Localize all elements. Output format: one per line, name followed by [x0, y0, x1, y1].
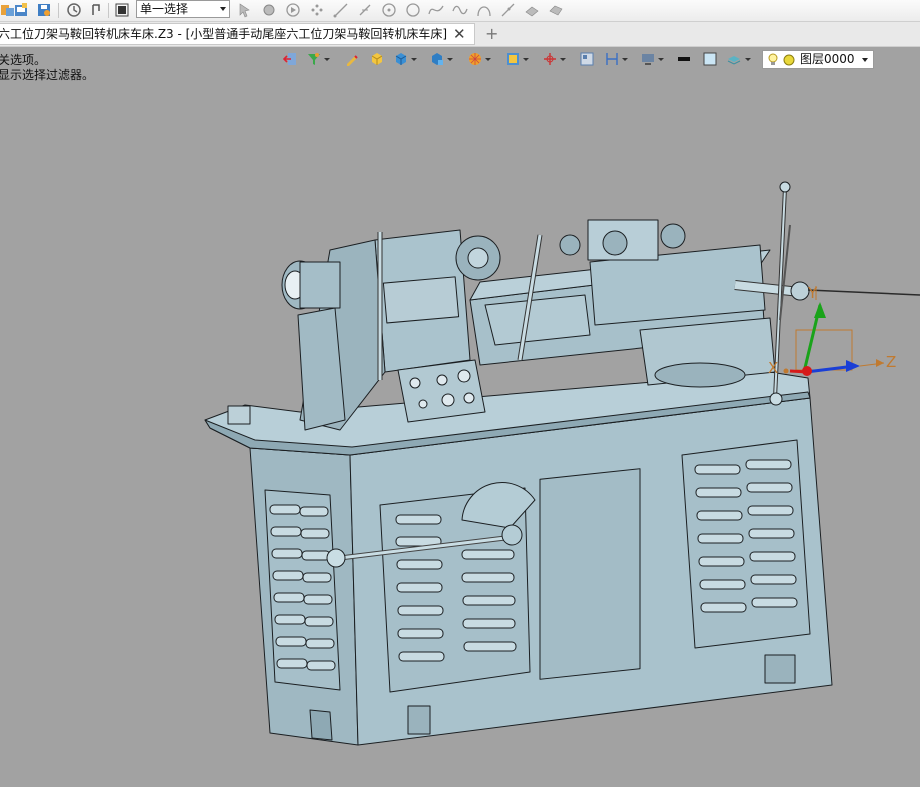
headstock-label-plate — [382, 276, 460, 324]
pick-arrow-icon[interactable] — [237, 2, 253, 18]
tab-document[interactable]: 座六工位刀架马鞍回转机床车床.Z3 - [小型普通手动尾座六工位刀架马鞍回转机床… — [0, 23, 475, 45]
add-tab-button[interactable]: + — [485, 24, 498, 43]
close-icon[interactable]: ✕ — [453, 24, 466, 44]
main-toolbar: 单一选择 — [0, 0, 920, 22]
toolbar-separator — [108, 3, 109, 18]
cabinet-slot-center — [407, 705, 431, 735]
save-file-icon[interactable] — [36, 2, 52, 18]
control-panel — [397, 359, 486, 423]
tailstock-lever — [807, 289, 920, 296]
feed-rod-knob[interactable] — [326, 548, 346, 568]
axis-z-label: Z — [886, 353, 896, 371]
shape-icon[interactable] — [548, 2, 564, 18]
circle-icon[interactable] — [405, 2, 421, 18]
axis-x-label: X — [768, 359, 778, 377]
history-icon[interactable] — [66, 2, 82, 18]
line-2-icon[interactable] — [357, 2, 373, 18]
saddle — [654, 362, 746, 388]
undo-step-icon[interactable] — [89, 2, 105, 18]
open-file-icon[interactable] — [13, 2, 29, 18]
selection-mode-dropdown[interactable]: 单一选择 — [136, 0, 230, 18]
document-tab-bar: 座六工位刀架马鞍回转机床车床.Z3 - [小型普通手动尾座六工位刀架马鞍回转机床… — [0, 22, 920, 47]
lathe-model[interactable]: Z Y X — [0, 47, 920, 787]
chip-guard — [227, 405, 251, 425]
tab-document-title: 座六工位刀架马鞍回转机床车床.Z3 - [小型普通手动尾座六工位刀架马鞍回转机床… — [0, 27, 447, 41]
toolbar-separator — [58, 3, 59, 18]
stop-icon[interactable] — [114, 2, 130, 18]
selection-mode-value: 单一选择 — [140, 2, 189, 16]
circle-point-icon[interactable] — [381, 2, 397, 18]
graphics-viewport[interactable]: 关选项。 显示选择过滤器。 图层0000 Z Y X — [0, 47, 920, 787]
coordinate-triad: Z Y X — [768, 284, 896, 377]
point-icon[interactable] — [309, 2, 325, 18]
axis-y-label: Y — [807, 284, 818, 302]
play-icon[interactable] — [285, 2, 301, 18]
spline-icon[interactable] — [428, 2, 444, 18]
polyline-icon[interactable] — [500, 2, 516, 18]
pick-face-icon[interactable] — [261, 2, 277, 18]
cabinet-slot-right — [764, 654, 796, 684]
arc-icon[interactable] — [476, 2, 492, 18]
chevron-down-icon — [220, 7, 226, 11]
line-icon[interactable] — [333, 2, 349, 18]
cabinet-foot — [309, 709, 333, 741]
wave-icon[interactable] — [452, 2, 468, 18]
surface-icon[interactable] — [524, 2, 540, 18]
door-panel — [539, 468, 641, 680]
